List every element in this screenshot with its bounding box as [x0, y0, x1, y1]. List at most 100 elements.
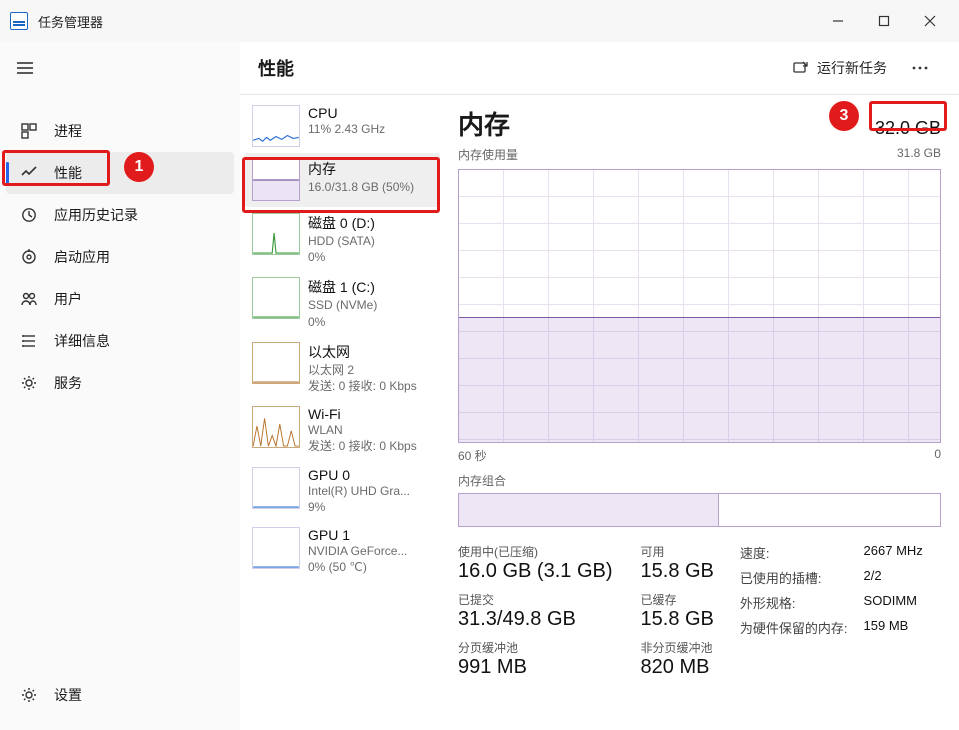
stat-in-use: 使用中(已压缩) 16.0 GB (3.1 GB) [458, 543, 613, 583]
info-value: SODIMM [864, 593, 923, 612]
app-icon [10, 12, 28, 30]
info-key: 为硬件保留的内存: [740, 618, 848, 637]
sparkline-memory [252, 159, 300, 201]
perf-item-disk0[interactable]: 磁盘 0 (D:) HDD (SATA) 0% [244, 207, 440, 271]
perf-sub: HDD (SATA) 0% [308, 233, 432, 265]
perf-category-list[interactable]: CPU 11% 2.43 GHz 内存 16.0/31.8 GB (50%) [240, 95, 440, 730]
perf-name: 以太网 [308, 342, 432, 362]
processes-icon [20, 122, 38, 140]
hamburger-icon [16, 61, 34, 75]
chart-fill-area [459, 317, 940, 442]
perf-sub: 以太网 2 发送: 0 接收: 0 Kbps [308, 362, 432, 394]
stat-value: 15.8 GB [641, 560, 714, 583]
more-button[interactable] [899, 50, 941, 86]
hamburger-button[interactable] [4, 48, 46, 88]
memory-stats: 使用中(已压缩) 16.0 GB (3.1 GB) 可用 15.8 GB 已提交… [458, 543, 941, 679]
perf-name: Wi-Fi [308, 406, 432, 422]
sidebar-item-performance[interactable]: 性能 [6, 152, 234, 194]
sparkline-ethernet [252, 342, 300, 384]
sidebar-item-history[interactable]: 应用历史记录 [0, 194, 240, 236]
right-pane: 性能 运行新任务 CPU 11% 2.43 GHz [240, 42, 959, 730]
services-icon [20, 374, 38, 392]
maximize-icon [878, 15, 890, 27]
usage-max: 31.8 GB [897, 146, 941, 163]
nav-label: 用户 [54, 289, 82, 309]
run-task-icon [793, 60, 809, 76]
usage-label: 内存使用量 [458, 146, 897, 163]
info-value: 2/2 [864, 568, 923, 587]
sparkline-cpu [252, 105, 300, 147]
titlebar: 任务管理器 [0, 0, 959, 42]
details-icon [20, 332, 38, 350]
sparkline-gpu1 [252, 527, 300, 569]
perf-sub: SSD (NVMe) 0% [308, 297, 432, 329]
chart-axis-right: 0 [934, 447, 941, 464]
sparkline-gpu0 [252, 467, 300, 509]
stat-paged-pool: 分页缓冲池 991 MB [458, 639, 613, 679]
sidebar-item-settings[interactable]: 设置 [0, 674, 240, 716]
sparkline-disk0 [252, 213, 300, 255]
nav-label: 进程 [54, 121, 82, 141]
perf-name: 磁盘 1 (C:) [308, 277, 432, 297]
stat-value: 991 MB [458, 656, 613, 679]
perf-item-wifi[interactable]: Wi-Fi WLAN 发送: 0 接收: 0 Kbps [244, 400, 440, 460]
info-value: 2667 MHz [864, 543, 923, 562]
maximize-button[interactable] [861, 5, 907, 37]
stat-label: 可用 [641, 543, 714, 560]
nav-label: 性能 [54, 163, 82, 183]
nav-label: 服务 [54, 373, 82, 393]
history-icon [20, 206, 38, 224]
close-button[interactable] [907, 5, 953, 37]
perf-sub: 16.0/31.8 GB (50%) [308, 179, 432, 195]
stat-value: 15.8 GB [641, 608, 714, 631]
nav-label: 应用历史记录 [54, 205, 138, 225]
sidebar-item-details[interactable]: 详细信息 [0, 320, 240, 362]
perf-item-gpu0[interactable]: GPU 0 Intel(R) UHD Gra... 9% [244, 461, 440, 521]
stat-label: 分页缓冲池 [458, 639, 613, 656]
startup-icon [20, 248, 38, 266]
composition-used [459, 494, 719, 526]
perf-item-disk1[interactable]: 磁盘 1 (C:) SSD (NVMe) 0% [244, 271, 440, 335]
perf-item-memory[interactable]: 内存 16.0/31.8 GB (50%) [244, 153, 440, 207]
stat-label: 非分页缓冲池 [641, 639, 714, 656]
stat-value: 820 MB [641, 656, 714, 679]
perf-name: GPU 1 [308, 527, 432, 543]
chart-axis-left: 60 秒 [458, 447, 934, 464]
composition-rest [719, 494, 940, 526]
stat-label: 使用中(已压缩) [458, 543, 613, 560]
perf-name: CPU [308, 105, 432, 121]
stat-available: 可用 15.8 GB [641, 543, 714, 583]
perf-item-cpu[interactable]: CPU 11% 2.43 GHz [244, 99, 440, 153]
minimize-button[interactable] [815, 5, 861, 37]
info-key: 外形规格: [740, 593, 848, 612]
sidebar-item-processes[interactable]: 进程 [0, 110, 240, 152]
stat-value: 31.3/49.8 GB [458, 608, 613, 631]
perf-item-gpu1[interactable]: GPU 1 NVIDIA GeForce... 0% (50 ℃) [244, 521, 440, 581]
perf-sub: Intel(R) UHD Gra... 9% [308, 483, 432, 515]
sidebar-item-services[interactable]: 服务 [0, 362, 240, 404]
nav-label: 设置 [54, 685, 82, 705]
perf-sub: 11% 2.43 GHz [308, 121, 432, 137]
perf-name: 磁盘 0 (D:) [308, 213, 432, 233]
run-task-label: 运行新任务 [817, 58, 887, 78]
sidebar-item-startup[interactable]: 启动应用 [0, 236, 240, 278]
stat-nonpaged-pool: 非分页缓冲池 820 MB [641, 639, 714, 679]
perf-name: GPU 0 [308, 467, 432, 483]
info-key: 已使用的插槽: [740, 568, 848, 587]
nav-label: 详细信息 [54, 331, 110, 351]
stat-cached: 已缓存 15.8 GB [641, 591, 714, 631]
close-icon [924, 15, 936, 27]
gear-icon [20, 686, 38, 704]
stats-info-grid: 速度: 2667 MHz 已使用的插槽: 2/2 外形规格: SODIMM 为硬… [740, 543, 923, 637]
nav-list: 进程 性能 应用历史记录 启动应用 [0, 110, 240, 664]
sidebar-item-users[interactable]: 用户 [0, 278, 240, 320]
perf-item-ethernet[interactable]: 以太网 以太网 2 发送: 0 接收: 0 Kbps [244, 336, 440, 400]
perf-sub: NVIDIA GeForce... 0% (50 ℃) [308, 543, 432, 575]
run-new-task-button[interactable]: 运行新任务 [785, 54, 895, 82]
memory-usage-chart [458, 169, 941, 443]
users-icon [20, 290, 38, 308]
page-title: 性能 [258, 55, 785, 81]
info-value: 159 MB [864, 618, 923, 637]
sparkline-wifi [252, 406, 300, 448]
content-header: 性能 运行新任务 [240, 42, 959, 94]
